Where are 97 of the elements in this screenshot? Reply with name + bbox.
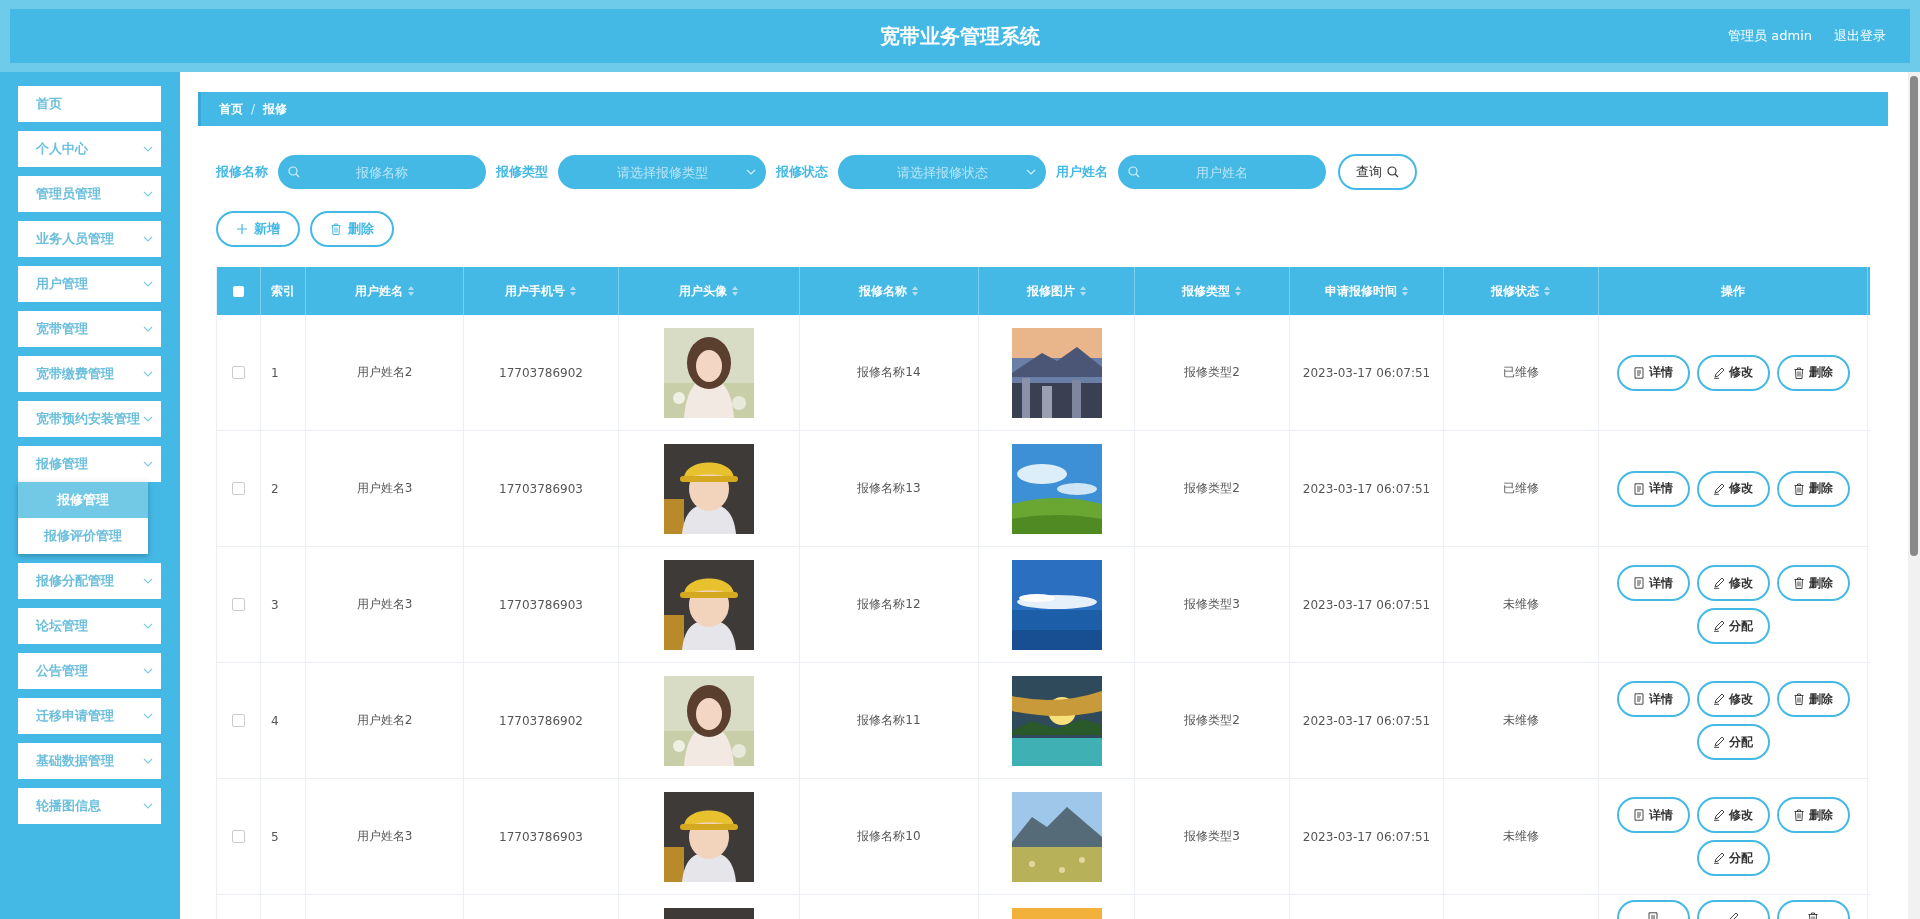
table-cell: 已维修 [1444, 315, 1599, 430]
app-title: 宽带业务管理系统 [880, 22, 1040, 50]
column-header[interactable]: 报修名称 [800, 267, 979, 315]
table-cell: 17703786902 [464, 315, 619, 430]
table-cell: 3 [261, 547, 306, 662]
table-cell: 用户姓名3 [306, 547, 464, 662]
filter-label: 用户姓名 [1056, 163, 1108, 181]
table-cell: 2023-03-17 06:07:51 [1290, 547, 1444, 662]
table-cell: 2023-03-17 06:07:51 [1290, 431, 1444, 546]
table-cell: 用户姓名3 [306, 431, 464, 546]
column-header[interactable]: 报修状态 [1444, 267, 1599, 315]
menu-item[interactable]: 报修分配管理 [18, 563, 161, 599]
add-button[interactable]: 新增 [216, 211, 300, 247]
table-cell: 报修类型3 [1135, 547, 1290, 662]
menu-item[interactable]: 用户管理 [18, 266, 161, 302]
menu-item[interactable]: 个人中心 [18, 131, 161, 167]
detail-button[interactable]: 详情 [1616, 470, 1690, 507]
column-header[interactable]: 报修图片 [979, 267, 1135, 315]
column-header[interactable]: 用户姓名 [306, 267, 464, 315]
breadcrumb-item[interactable]: 报修 [263, 100, 288, 118]
menu-item[interactable]: 基础数据管理 [18, 743, 161, 779]
detail-button[interactable]: 详情 [1616, 565, 1690, 601]
edit-button[interactable]: 修改 [1696, 565, 1770, 601]
column-header[interactable]: 用户头像 [619, 267, 800, 315]
column-header[interactable]: 报修类型 [1135, 267, 1290, 315]
table-cell: 已维修 [1444, 431, 1599, 546]
table-cell: 报修类型2 [1135, 315, 1290, 430]
breadcrumb-separator: / [251, 102, 256, 116]
delete-button[interactable]: 删除 [1776, 797, 1850, 833]
table-cell: 报修类型3 [1135, 779, 1290, 894]
table-cell: 未维修 [1444, 547, 1599, 662]
column-header: 索引 [261, 267, 306, 315]
table-cell: 用户姓名2 [306, 663, 464, 778]
query-button[interactable]: 查询 [1338, 154, 1417, 190]
delete-button[interactable]: 删除 [1776, 354, 1850, 391]
search-field[interactable]: 用户姓名 [1118, 155, 1326, 189]
table-cell: 报修名称10 [800, 779, 979, 894]
table-cell: 未维修 [1444, 663, 1599, 778]
search-field[interactable]: 报修名称 [278, 155, 486, 189]
menu-item[interactable]: 报修管理 [18, 446, 161, 482]
submenu-item[interactable]: 报修管理 [18, 482, 148, 518]
table-cell: 1 [261, 315, 306, 430]
menu-item[interactable]: 迁移申请管理 [18, 698, 161, 734]
assign-button[interactable]: 分配 [1696, 724, 1770, 760]
edit-button[interactable]: 修改 [1696, 797, 1770, 833]
table-cell: 报修类型2 [1135, 431, 1290, 546]
detail-button[interactable]: 详情 [1616, 681, 1690, 717]
detail-button[interactable]: 详情 [1616, 354, 1690, 391]
table-cell: 17703786903 [464, 431, 619, 546]
menu-item[interactable]: 首页 [18, 86, 161, 122]
edit-button[interactable]: 修改 [1696, 354, 1770, 391]
menu-item[interactable]: 管理员管理 [18, 176, 161, 212]
menu-item[interactable]: 公告管理 [18, 653, 161, 689]
menu-item[interactable]: 论坛管理 [18, 608, 161, 644]
table-cell: 用户姓名2 [306, 315, 464, 430]
table-cell: 2023-03-17 06:07:51 [1290, 315, 1444, 430]
filter-label: 报修类型 [496, 163, 548, 181]
column-header[interactable]: 用户手机号 [464, 267, 619, 315]
table-cell: 报修名称12 [800, 547, 979, 662]
table-cell: 2023-03-17 06:07:51 [1290, 779, 1444, 894]
table-cell: 报修名称13 [800, 431, 979, 546]
assign-button[interactable]: 分配 [1696, 840, 1770, 876]
logout-link[interactable]: 退出登录 [1834, 27, 1886, 45]
delete-button[interactable]: 删除 [310, 211, 394, 247]
delete-button[interactable]: 删除 [1776, 565, 1850, 601]
edit-button[interactable]: 修改 [1696, 681, 1770, 717]
menu-item[interactable]: 宽带缴费管理 [18, 356, 161, 392]
column-header[interactable]: 申请报修时间 [1290, 267, 1444, 315]
submenu-item[interactable]: 报修评价管理 [18, 518, 148, 554]
table-cell: 报修类型2 [1135, 663, 1290, 778]
assign-button[interactable]: 分配 [1696, 608, 1770, 644]
detail-button[interactable]: 详情 [1616, 797, 1690, 833]
edit-button[interactable]: 修改 [1696, 470, 1770, 507]
select-field[interactable]: 请选择报修类型 [558, 155, 766, 189]
menu-item[interactable]: 业务人员管理 [18, 221, 161, 257]
table-cell: 用户姓名3 [306, 779, 464, 894]
table-cell: 未维修 [1444, 779, 1599, 894]
menu-item[interactable]: 宽带管理 [18, 311, 161, 347]
table-cell: 报修名称14 [800, 315, 979, 430]
table-cell: 17703786903 [464, 547, 619, 662]
menu-item[interactable]: 宽带预约安装管理 [18, 401, 161, 437]
filter-label: 报修状态 [776, 163, 828, 181]
filter-label: 报修名称 [216, 163, 268, 181]
column-header: 操作 [1599, 267, 1868, 315]
table-cell: 2023-03-17 06:07:51 [1290, 663, 1444, 778]
table-cell: 17703786902 [464, 663, 619, 778]
table-cell: 2 [261, 431, 306, 546]
table-cell: 报修名称11 [800, 663, 979, 778]
table-cell: 17703786903 [464, 779, 619, 894]
table-cell: 5 [261, 779, 306, 894]
menu-item[interactable]: 轮播图信息 [18, 788, 161, 824]
delete-button[interactable]: 删除 [1776, 681, 1850, 717]
table-cell: 4 [261, 663, 306, 778]
select-field[interactable]: 请选择报修状态 [838, 155, 1046, 189]
delete-button[interactable]: 删除 [1776, 470, 1850, 507]
breadcrumb-item[interactable]: 首页 [219, 100, 243, 118]
user-label: 管理员 admin [1728, 27, 1812, 45]
